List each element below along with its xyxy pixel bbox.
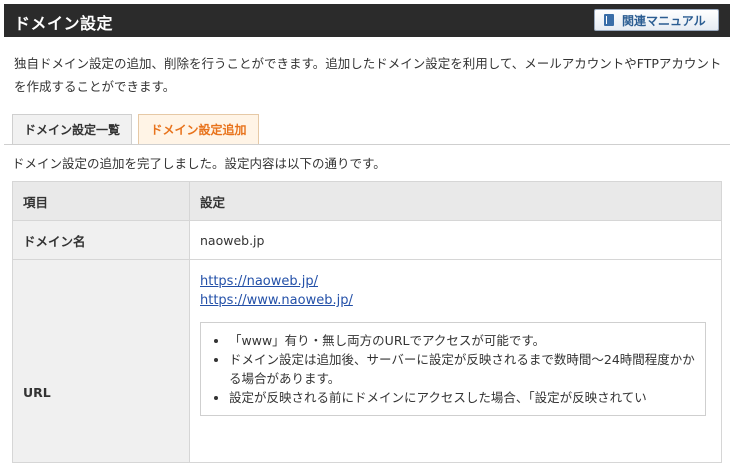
completion-message: ドメイン設定の追加を完了しました。設定内容は以下の通りです。 bbox=[12, 156, 386, 171]
page-description: 独自ドメイン設定の追加、削除を行うことができます。追加したドメイン設定を利用して… bbox=[14, 56, 722, 94]
domain-label: ドメイン名 bbox=[12, 220, 190, 260]
page-title: ドメイン設定 bbox=[14, 14, 114, 33]
url-links: https://naoweb.jp/ https://www.naoweb.jp… bbox=[200, 260, 711, 310]
related-manual-label: 関連マニュアル bbox=[622, 13, 706, 28]
url-notes-box: 「www」有り・無し両方のURLでアクセスが可能です。 ドメイン設定は追加後、サ… bbox=[200, 322, 706, 416]
url-value-cell: https://naoweb.jp/ https://www.naoweb.jp… bbox=[189, 259, 722, 463]
table-row-url: URL https://naoweb.jp/ https://www.naowe… bbox=[12, 259, 722, 463]
column-header-setting: 設定 bbox=[189, 181, 722, 221]
url-note-item: 「www」有り・無し両方のURLでアクセスが可能です。 bbox=[229, 331, 695, 350]
url-link-root[interactable]: https://naoweb.jp/ bbox=[200, 272, 711, 291]
tab-domain-list[interactable]: ドメイン設定一覧 bbox=[12, 114, 132, 144]
settings-table: 項目 設定 ドメイン名 naoweb.jp URL https://naoweb… bbox=[12, 181, 722, 463]
related-manual-button[interactable]: 関連マニュアル bbox=[594, 9, 719, 31]
book-icon bbox=[604, 14, 614, 26]
tab-divider bbox=[4, 144, 730, 145]
url-link-www[interactable]: https://www.naoweb.jp/ bbox=[200, 291, 711, 310]
url-note-item: ドメイン設定は追加後、サーバーに設定が反映されるまで数時間〜24時間程度かかる場… bbox=[229, 350, 695, 388]
url-label: URL bbox=[12, 259, 190, 463]
tab-domain-add[interactable]: ドメイン設定追加 bbox=[138, 114, 259, 144]
table-row-domain: ドメイン名 naoweb.jp bbox=[12, 220, 722, 260]
domain-value: naoweb.jp bbox=[189, 220, 722, 260]
column-header-item: 項目 bbox=[12, 181, 190, 221]
table-header-row: 項目 設定 bbox=[12, 181, 722, 221]
page-header: ドメイン設定 関連マニュアル bbox=[4, 4, 730, 37]
